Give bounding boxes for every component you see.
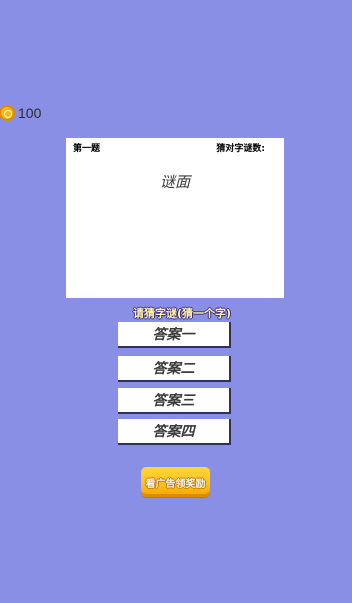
answer-button-3[interactable]: 答案三 [118,388,231,414]
solved-count-label: 猜对字谜数: [216,144,265,154]
answer-button-4[interactable]: 答案四 [118,419,231,445]
riddle-text: 谜面 [159,173,190,191]
watch-ad-reward-button[interactable]: 看广告领奖励 [141,467,210,497]
coin-display: 100 [0,103,41,123]
coin-count: 100 [18,105,42,121]
riddle-card: 第一题 猜对字谜数: 谜面 [66,138,284,298]
question-number: 第一题 [73,144,101,154]
answer-button-2[interactable]: 答案二 [118,356,231,382]
answer-button-1[interactable]: 答案一 [118,322,231,348]
guess-prompt: 请猜字谜(猜一个字) [133,307,232,320]
coin-icon [0,105,15,121]
